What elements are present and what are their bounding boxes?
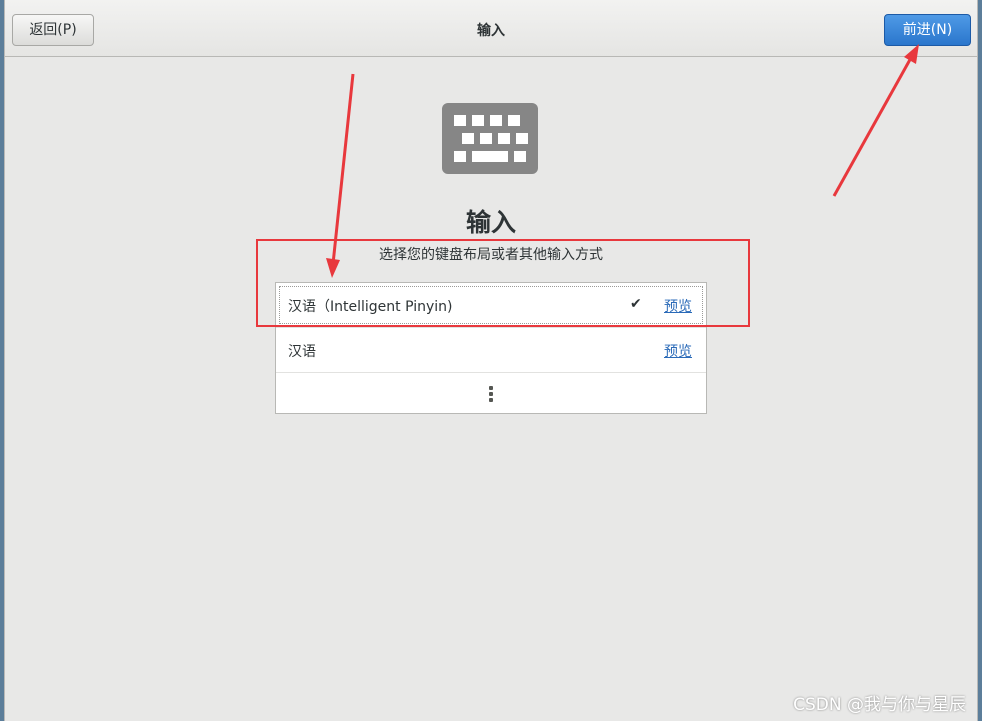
input-source-row-chinese[interactable]: 汉语 预览 <box>276 328 706 373</box>
setup-window: 返回(P) 输入 前进(N) 输入 选择您的键盘布局或者其他输入方式 汉语（In… <box>4 0 978 721</box>
header-title: 输入 <box>477 23 505 39</box>
more-sources-row[interactable] <box>276 373 706 413</box>
preview-link[interactable]: 预览 <box>664 341 692 361</box>
keyboard-icon <box>442 103 538 174</box>
header-bar: 返回(P) 输入 前进(N) <box>5 0 977 57</box>
next-button[interactable]: 前进(N) <box>884 14 971 46</box>
annotation-highlight-box <box>256 239 750 327</box>
input-source-label: 汉语 <box>288 344 316 360</box>
watermark: CSDN @我与你与星辰 <box>793 695 966 715</box>
page-title: 输入 <box>465 208 516 237</box>
more-vertical-icon[interactable] <box>489 386 493 404</box>
